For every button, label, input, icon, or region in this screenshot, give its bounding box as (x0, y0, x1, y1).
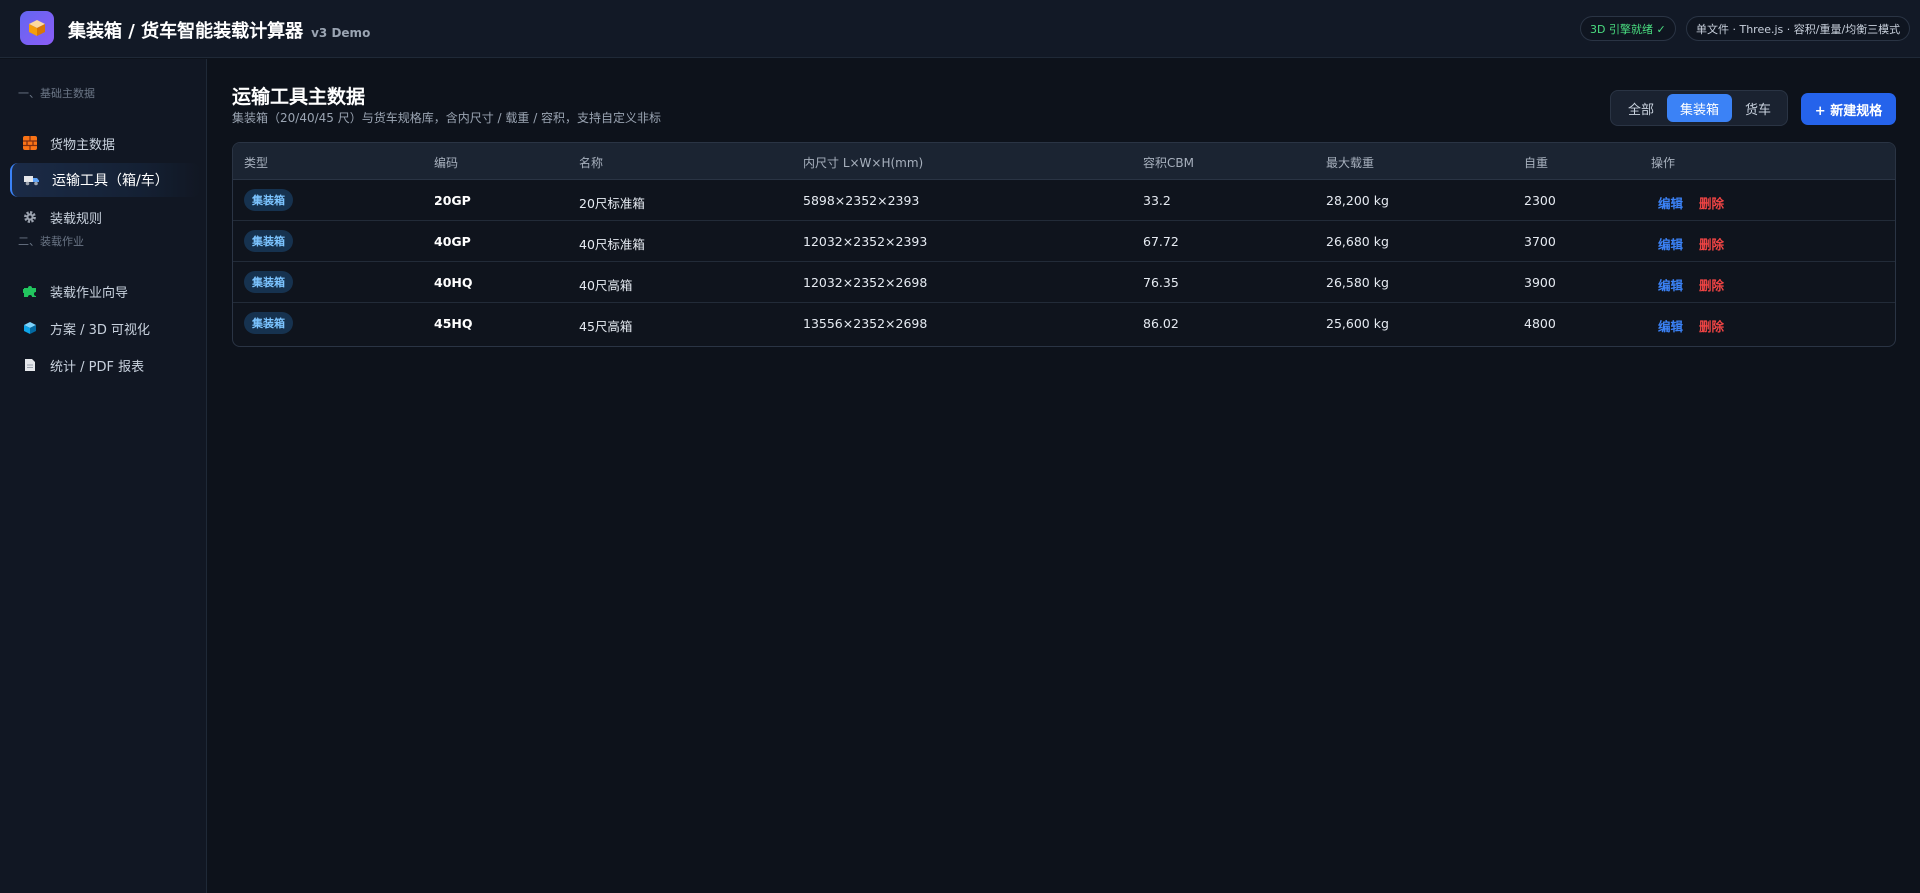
cell-tare: 3700 (1524, 234, 1556, 249)
type-badge: 集装箱 (244, 230, 293, 252)
cell-dimensions: 5898×2352×2393 (803, 193, 920, 208)
truck-icon (24, 172, 40, 188)
cell-max-load: 26,680 kg (1326, 234, 1389, 249)
sidebar-section-master-data: 一、基础主数据 (18, 87, 95, 100)
type-badge: 集装箱 (244, 312, 293, 334)
page-subtitle: 集装箱（20/40/45 尺）与货车规格库，含内尺寸 / 载重 / 容积，支持自… (232, 111, 662, 125)
type-badge: 集装箱 (244, 189, 293, 211)
engine-status-badge: 3D 引擎就绪 ✓ (1580, 16, 1676, 41)
column-header-actions: 操作 (1651, 156, 1676, 170)
column-header-type: 类型 (244, 156, 269, 170)
column-header-dimensions: 内尺寸 L×W×H(mm) (803, 156, 924, 170)
table-row: 集装箱 40HQ 40尺高箱 12032×2352×2698 76.35 26,… (233, 262, 1895, 303)
top-bar: 集装箱 / 货车智能装载计算器 v3 Demo 3D 引擎就绪 ✓ 单文件 · T… (0, 0, 1920, 58)
cell-cbm: 33.2 (1143, 193, 1171, 208)
app-version: v3 Demo (311, 26, 371, 40)
sidebar-item-vehicles[interactable]: 运输工具（箱/车） (10, 163, 200, 197)
app-title-text: 集装箱 / 货车智能装载计算器 (68, 21, 304, 42)
sidebar-item-report[interactable]: 统计 / PDF 报表 (10, 348, 200, 382)
sidebar-item-label: 货物主数据 (50, 137, 116, 153)
sidebar-item-rules[interactable]: 装载规则 (10, 200, 200, 234)
brick-box-icon (22, 135, 38, 151)
cell-name: 40尺标准箱 (579, 237, 645, 252)
filter-truck-button[interactable]: 货车 (1732, 94, 1784, 122)
table-row: 集装箱 45HQ 45尺高箱 13556×2352×2698 86.02 25,… (233, 303, 1895, 344)
page-title: 运输工具主数据 (232, 86, 366, 108)
cell-name: 20尺标准箱 (579, 196, 645, 211)
column-header-name: 名称 (579, 156, 604, 170)
puzzle-icon (22, 283, 38, 299)
filter-all-button[interactable]: 全部 (1615, 94, 1667, 122)
new-spec-button[interactable]: + 新建规格 (1801, 93, 1896, 125)
gear-icon (22, 209, 38, 225)
cell-name: 40尺高箱 (579, 278, 633, 293)
sidebar-item-wizard[interactable]: 装载作业向导 (10, 274, 200, 308)
sidebar-item-3d[interactable]: 方案 / 3D 可视化 (10, 311, 200, 345)
delete-link[interactable]: 删除 (1699, 316, 1724, 335)
edit-link[interactable]: 编辑 (1658, 275, 1683, 294)
sidebar-item-label: 方案 / 3D 可视化 (50, 322, 151, 338)
mode-info-badge: 单文件 · Three.js · 容积/重量/均衡三模式 (1686, 16, 1911, 41)
column-header-code: 编码 (434, 156, 459, 170)
sidebar-item-label: 装载作业向导 (50, 285, 129, 301)
vehicle-table: 类型 编码 名称 内尺寸 L×W×H(mm) 容积CBM 最大载重 自重 操作 … (232, 142, 1896, 347)
table-row: 集装箱 40GP 40尺标准箱 12032×2352×2393 67.72 26… (233, 221, 1895, 262)
sidebar-item-label: 运输工具（箱/车） (52, 173, 169, 189)
cell-tare: 2300 (1524, 193, 1556, 208)
document-icon (22, 357, 38, 373)
cell-name: 45尺高箱 (579, 319, 633, 334)
cell-code: 20GP (434, 193, 471, 208)
sidebar-item-label: 装载规则 (50, 211, 103, 227)
table-header: 类型 编码 名称 内尺寸 L×W×H(mm) 容积CBM 最大载重 自重 操作 (233, 143, 1895, 180)
cell-max-load: 25,600 kg (1326, 316, 1389, 331)
sidebar-item-cargo[interactable]: 货物主数据 (10, 126, 200, 160)
cell-dimensions: 12032×2352×2393 (803, 234, 928, 249)
filter-container-button[interactable]: 集装箱 (1667, 94, 1733, 122)
cell-cbm: 67.72 (1143, 234, 1179, 249)
cell-dimensions: 13556×2352×2698 (803, 316, 928, 331)
edit-link[interactable]: 编辑 (1658, 234, 1683, 253)
delete-link[interactable]: 删除 (1699, 193, 1724, 212)
column-header-cbm: 容积CBM (1143, 156, 1194, 170)
delete-link[interactable]: 删除 (1699, 275, 1724, 294)
sidebar: 一、基础主数据 货物主数据 运输工具（箱/车） 装载规则 二、装载作业 装载作业… (0, 59, 207, 893)
app-title: 集装箱 / 货车智能装载计算器 v3 Demo (68, 17, 370, 43)
cell-cbm: 76.35 (1143, 275, 1179, 290)
cell-dimensions: 12032×2352×2698 (803, 275, 928, 290)
edit-link[interactable]: 编辑 (1658, 316, 1683, 335)
cell-tare: 4800 (1524, 316, 1556, 331)
cell-code: 45HQ (434, 316, 473, 331)
type-badge: 集装箱 (244, 271, 293, 293)
table-row: 集装箱 20GP 20尺标准箱 5898×2352×2393 33.2 28,2… (233, 180, 1895, 221)
cell-code: 40GP (434, 234, 471, 249)
box-logo-icon (20, 11, 54, 45)
cell-cbm: 86.02 (1143, 316, 1179, 331)
cell-tare: 3900 (1524, 275, 1556, 290)
column-header-tare: 自重 (1524, 156, 1549, 170)
type-filter: 全部 集装箱 货车 (1610, 90, 1788, 126)
cell-code: 40HQ (434, 275, 473, 290)
cell-max-load: 26,580 kg (1326, 275, 1389, 290)
delete-link[interactable]: 删除 (1699, 234, 1724, 253)
sidebar-section-loading: 二、装载作业 (18, 235, 84, 248)
cube-icon (22, 320, 38, 336)
column-header-max-load: 最大载重 (1326, 156, 1375, 170)
edit-link[interactable]: 编辑 (1658, 193, 1683, 212)
cell-max-load: 28,200 kg (1326, 193, 1389, 208)
sidebar-item-label: 统计 / PDF 报表 (50, 359, 145, 375)
